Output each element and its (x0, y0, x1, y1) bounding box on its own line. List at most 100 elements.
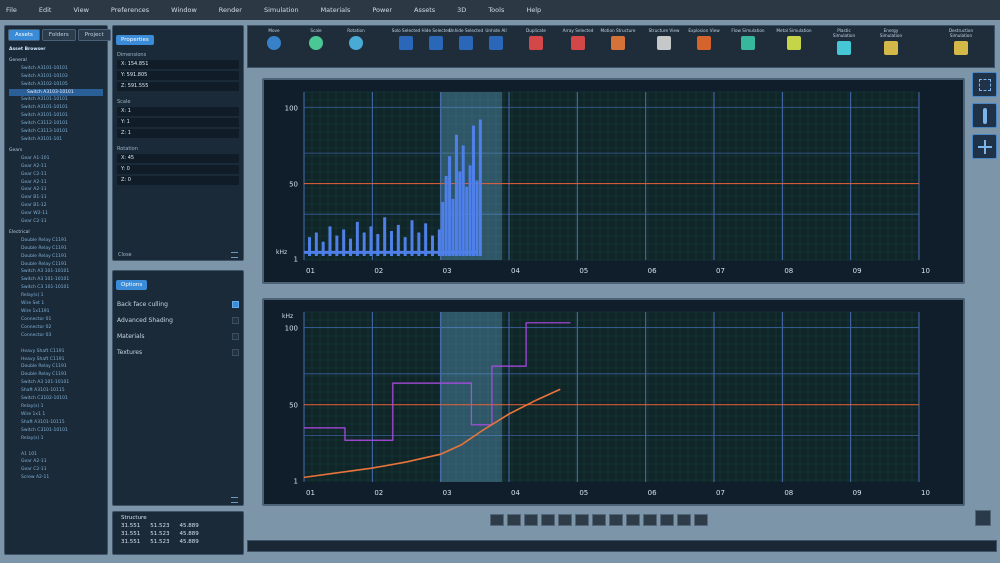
list-icon[interactable] (231, 252, 238, 258)
tree-group[interactable]: Electrical (9, 229, 103, 237)
tree-group[interactable]: General (9, 57, 103, 65)
tree-item[interactable]: Switch A3103-10101 (9, 88, 103, 97)
timeline-slot[interactable] (575, 514, 589, 526)
tree-item[interactable]: Shaft A3101-10115 (9, 419, 103, 427)
menu-item[interactable]: View (73, 6, 88, 14)
tree-group[interactable]: Gears (9, 147, 103, 155)
tree-item[interactable]: Switch A3101-10101 (9, 65, 103, 73)
menu-item[interactable]: Edit (39, 6, 52, 14)
menu-item[interactable]: Simulation (264, 6, 299, 14)
tree-item[interactable]: Switch C3113-10101 (9, 128, 103, 136)
tree-item[interactable]: Screw A2-11 (9, 474, 103, 482)
option-checkbox[interactable] (232, 348, 239, 356)
tree-item[interactable]: Double Relay C1191 (9, 261, 103, 269)
scale-z-field[interactable]: Z: 1 (117, 129, 239, 138)
unhide-all-button[interactable]: Unhide All (478, 28, 514, 50)
tree-item[interactable]: Wire 1x1 1 (9, 411, 103, 419)
tree-item[interactable]: Relay(s) 1 (9, 435, 103, 443)
tree-item[interactable]: Gear A2-11 (9, 186, 103, 194)
tree-item[interactable]: Wire 1x1191 (9, 308, 103, 316)
tree-item[interactable]: Switch C3 101-10101 (9, 284, 103, 292)
timeline-slot[interactable] (558, 514, 572, 526)
tree-item[interactable]: Gear C2-11 (9, 171, 103, 179)
option-checkbox[interactable] (232, 332, 239, 340)
option-row[interactable]: Back face culling (117, 299, 239, 309)
tree-item[interactable]: Switch A3101-10103 (9, 73, 103, 81)
rotation-x-field[interactable]: X: 45 (117, 154, 239, 163)
tree-item[interactable]: Switch A3 101-10101 (9, 276, 103, 284)
tree-item[interactable]: Gear C2-11 (9, 218, 103, 226)
plastic-button[interactable]: Plastic Simulation (826, 28, 862, 55)
tree-item[interactable]: Gear A1-101 (9, 155, 103, 163)
rotation-y-field[interactable]: Y: 0 (117, 165, 239, 174)
duplicate-button[interactable]: Duplicate (518, 28, 554, 50)
tree-item[interactable]: Gear A2-11 (9, 458, 103, 466)
energy-button[interactable]: Energy Simulation (873, 28, 909, 55)
tree-item[interactable]: Switch A3 101-10101 (9, 379, 103, 387)
tree-item[interactable]: Double Relay C1191 (9, 363, 103, 371)
menu-item[interactable]: Preferences (111, 6, 149, 14)
corner-handle[interactable] (975, 510, 991, 526)
move-button[interactable]: Move (256, 28, 292, 50)
timeline-slot[interactable] (524, 514, 538, 526)
option-row[interactable]: Advanced Shading (117, 315, 239, 325)
tab-assets[interactable]: Assets (8, 29, 40, 41)
menu-item[interactable]: 3D (457, 6, 466, 14)
tree-item[interactable]: Wire Set 1 (9, 300, 103, 308)
tree-item[interactable]: Double Relay C1191 (9, 371, 103, 379)
option-row[interactable]: Materials (117, 331, 239, 341)
tree-item[interactable]: Switch C3102-10101 (9, 395, 103, 403)
tree-item[interactable]: Relay(s) 1 (9, 403, 103, 411)
destruction-button[interactable]: Destruction Simulation (943, 28, 979, 55)
tree-item[interactable]: Switch A3101-10101 (9, 96, 103, 104)
scale-button[interactable]: Scale (298, 28, 334, 50)
tree-item[interactable]: Connector 02 (9, 324, 103, 332)
dimension-x-field[interactable]: X: 154.851 (117, 60, 239, 69)
menu-item[interactable]: Assets (414, 6, 435, 14)
metal-button[interactable]: Metal Simulation (776, 28, 812, 50)
tree-item[interactable]: Switch A3101-10101 (9, 104, 103, 112)
tree-item[interactable]: Switch A3101-10101 (9, 112, 103, 120)
tree-item[interactable]: Gear C2-11 (9, 466, 103, 474)
tree-item[interactable]: Gear A2-11 (9, 179, 103, 187)
menu-item[interactable]: File (6, 6, 17, 14)
explosion-button[interactable]: Explosion View (686, 28, 722, 50)
tree-item[interactable]: Switch C3101-10101 (9, 427, 103, 435)
vertical-resize-button[interactable] (972, 103, 997, 128)
timeline-slot[interactable] (507, 514, 521, 526)
tree-item[interactable]: Switch A3 101-10101 (9, 268, 103, 276)
menu-item[interactable]: Render (219, 6, 242, 14)
tree-item[interactable]: A1 101 (9, 451, 103, 459)
menu-item[interactable]: Window (171, 6, 197, 14)
tree-item[interactable]: Switch C3112-10101 (9, 120, 103, 128)
pan-button[interactable] (972, 134, 997, 159)
tree-item[interactable]: Double Relay C1191 (9, 245, 103, 253)
array-button[interactable]: Array Selected (560, 28, 596, 50)
timeline-slot[interactable] (643, 514, 657, 526)
tab-folders[interactable]: Folders (41, 29, 76, 41)
dimension-z-field[interactable]: Z: 591.555 (117, 82, 239, 91)
list-icon[interactable] (231, 497, 238, 503)
tree-item[interactable]: Switch A3102-10105 (9, 81, 103, 89)
tree-item[interactable]: Connector 03 (9, 332, 103, 340)
menu-item[interactable]: Power (372, 6, 392, 14)
option-row[interactable]: Textures (117, 347, 239, 357)
close-button[interactable]: Close (118, 252, 132, 258)
option-checkbox[interactable] (232, 316, 239, 324)
select-region-button[interactable] (972, 72, 997, 97)
scale-x-field[interactable]: X: 1 (117, 107, 239, 116)
menu-item[interactable]: Materials (321, 6, 351, 14)
flow-button[interactable]: Flow Simulation (730, 28, 766, 50)
tree-item[interactable]: Heavy Shaft C1191 (9, 348, 103, 356)
tree-item[interactable]: Connector 01 (9, 316, 103, 324)
menu-item[interactable]: Tools (488, 6, 504, 14)
timeline-slot[interactable] (626, 514, 640, 526)
tab-project[interactable]: Project (77, 29, 111, 41)
rotation-button[interactable]: Rotation (338, 28, 374, 50)
menu-item[interactable]: Help (526, 6, 541, 14)
tree-item[interactable]: Relay(s) 1 (9, 292, 103, 300)
tree-item[interactable]: Double Relay C1191 (9, 237, 103, 245)
tree-item[interactable]: Heavy Shaft C1191 (9, 356, 103, 364)
structure-button[interactable]: Structure View (646, 28, 682, 50)
dimension-y-field[interactable]: Y: 591.805 (117, 71, 239, 80)
